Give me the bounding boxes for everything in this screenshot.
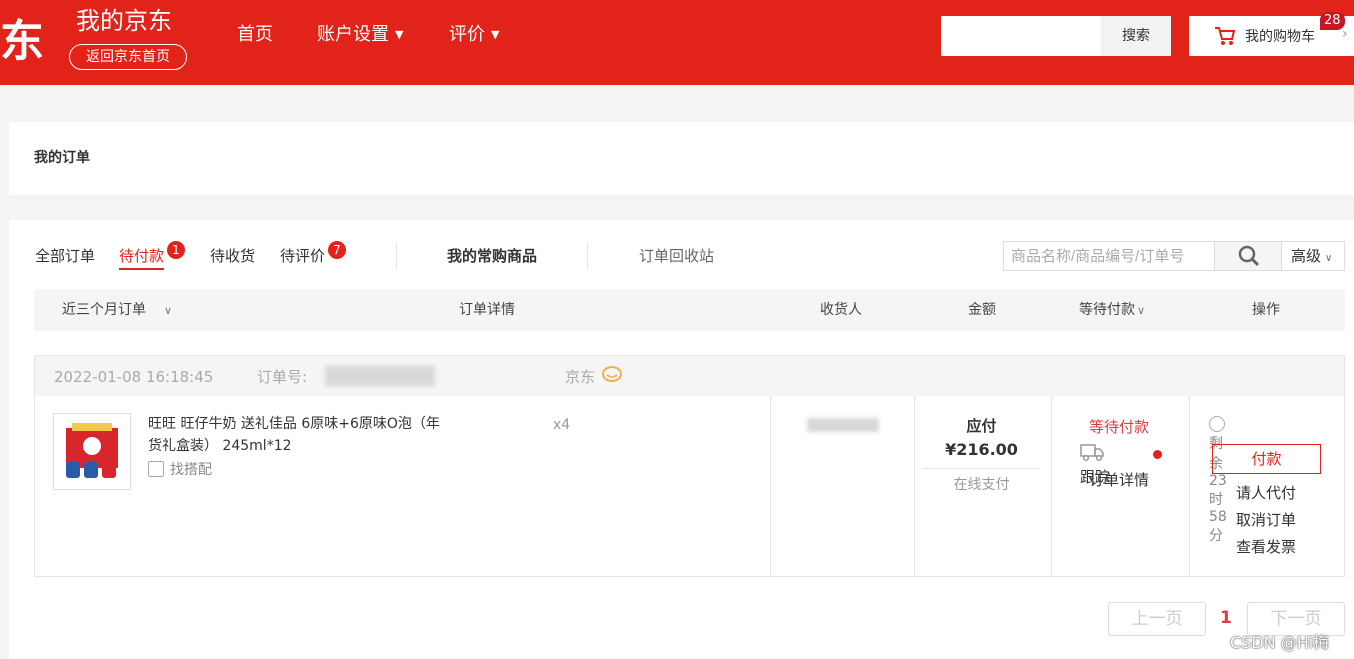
period-filter[interactable]: 近三个月订单 ∨	[62, 300, 172, 321]
order-datetime: 2022-01-08 16:18:45	[54, 368, 214, 386]
site-title[interactable]: 我的京东	[76, 6, 172, 36]
status-filter-label: 等待付款	[1079, 302, 1135, 318]
order-number-redacted	[325, 366, 435, 386]
chevron-down-icon: ▼	[491, 28, 500, 41]
watermark: CSDN @Hi梅	[1230, 633, 1330, 652]
tab-pending-receipt[interactable]: 待收货	[210, 245, 255, 267]
col-actions: 操作	[1252, 302, 1280, 318]
nav-review-label: 评价	[449, 24, 485, 45]
chevron-down-icon: ∨	[164, 304, 173, 317]
period-filter-label: 近三个月订单	[62, 302, 146, 318]
find-match-label: 找搭配	[170, 462, 212, 478]
order-search-button[interactable]	[1214, 241, 1282, 271]
pending-payment-badge: 1	[167, 241, 185, 259]
column-divider	[770, 396, 771, 576]
divider	[587, 242, 588, 270]
tab-pending-payment[interactable]: 待付款	[119, 245, 164, 267]
page-title-panel: 我的订单	[9, 122, 1354, 195]
notification-dot	[1153, 450, 1162, 459]
current-page[interactable]: 1	[1220, 608, 1232, 628]
nav-account-settings[interactable]: 账户设置 ▼	[317, 22, 403, 48]
advanced-label: 高级	[1291, 247, 1322, 265]
order-status: 等待付款	[1088, 418, 1149, 436]
cart-count-badge: 28	[1320, 12, 1345, 30]
pay-button[interactable]: 付款	[1212, 444, 1321, 474]
amount-divider	[923, 468, 1040, 469]
jd-logo[interactable]: 东	[0, 18, 44, 66]
view-invoice-link[interactable]: 查看发票	[1188, 536, 1344, 557]
col-amount: 金额	[968, 302, 996, 318]
nav-review[interactable]: 评价 ▼	[449, 22, 499, 48]
order-header: 2022-01-08 16:18:45 订单号: 京东	[35, 356, 1344, 396]
search-icon	[1238, 245, 1260, 267]
page-title: 我的订单	[34, 150, 90, 166]
truck-icon	[1080, 444, 1104, 462]
find-match-link[interactable]: 找搭配	[148, 459, 212, 481]
site-search: 搜索	[941, 16, 1171, 56]
chevron-right-icon: ›	[1342, 26, 1348, 42]
col-receiver: 收货人	[820, 302, 862, 318]
status-filter[interactable]: 等待付款 ∨	[1079, 300, 1145, 321]
tab-pending-review[interactable]: 待评价	[280, 245, 325, 267]
prev-page-button[interactable]: 上一页	[1108, 602, 1206, 636]
payment-method: 在线支付	[953, 477, 1010, 493]
tab-frequent-items[interactable]: 我的常购商品	[447, 245, 537, 267]
order-card: 2022-01-08 16:18:45 订单号: 京东 旺旺 旺仔牛奶 送礼佳品…	[34, 355, 1345, 577]
tab-all-orders[interactable]: 全部订单	[35, 245, 95, 267]
nav-home[interactable]: 首页	[237, 22, 273, 48]
chevron-down-icon: ∨	[1137, 304, 1146, 317]
top-bar: 东 我的京东 返回京东首页 首页 账户设置 ▼ 评价 ▼ 搜索 我的购物车 › 28	[0, 0, 1354, 85]
order-search	[1003, 241, 1215, 271]
nav-account-settings-label: 账户设置	[317, 24, 389, 45]
receiver-redacted	[807, 418, 879, 432]
back-home-button[interactable]: 返回京东首页	[69, 44, 187, 70]
chevron-down-icon: ▼	[395, 28, 404, 41]
pending-review-badge: 7	[328, 241, 346, 259]
order-search-input[interactable]	[1004, 242, 1214, 270]
active-tab-underline	[119, 268, 164, 270]
clock-icon	[1209, 416, 1225, 432]
nav-home-label: 首页	[237, 24, 273, 45]
site-search-input[interactable]	[941, 16, 1101, 56]
cancel-order-link[interactable]: 取消订单	[1188, 509, 1344, 530]
advanced-search-button[interactable]: 高级 ∨	[1281, 241, 1345, 271]
order-number-label: 订单号:	[257, 368, 308, 386]
milk-gift-box-image	[66, 423, 118, 478]
amount-due-label: 应付	[966, 417, 997, 435]
product-image[interactable]	[53, 413, 131, 490]
order-detail-link[interactable]: 订单详情	[1050, 469, 1188, 490]
col-order-details: 订单详情	[459, 302, 515, 318]
chevron-down-icon: ∨	[1325, 253, 1333, 264]
product-quantity: x4	[553, 417, 571, 433]
amount-value: ¥216.00	[945, 440, 1018, 459]
cart-label: 我的购物车	[1245, 29, 1315, 45]
match-icon	[148, 461, 164, 477]
shop-name[interactable]: 京东	[565, 368, 595, 386]
chat-bubble-icon[interactable]	[601, 365, 623, 385]
product-name[interactable]: 旺旺 旺仔牛奶 送礼佳品 6原味+6原味O泡（年货礼盒装） 245ml*12	[148, 413, 448, 457]
table-header	[34, 289, 1345, 331]
divider	[396, 242, 397, 270]
site-search-button[interactable]: 搜索	[1101, 16, 1171, 56]
shopping-cart-icon	[1215, 27, 1236, 45]
ask-friend-pay-link[interactable]: 请人代付	[1188, 482, 1344, 503]
tab-order-recycle-bin[interactable]: 订单回收站	[639, 245, 714, 267]
